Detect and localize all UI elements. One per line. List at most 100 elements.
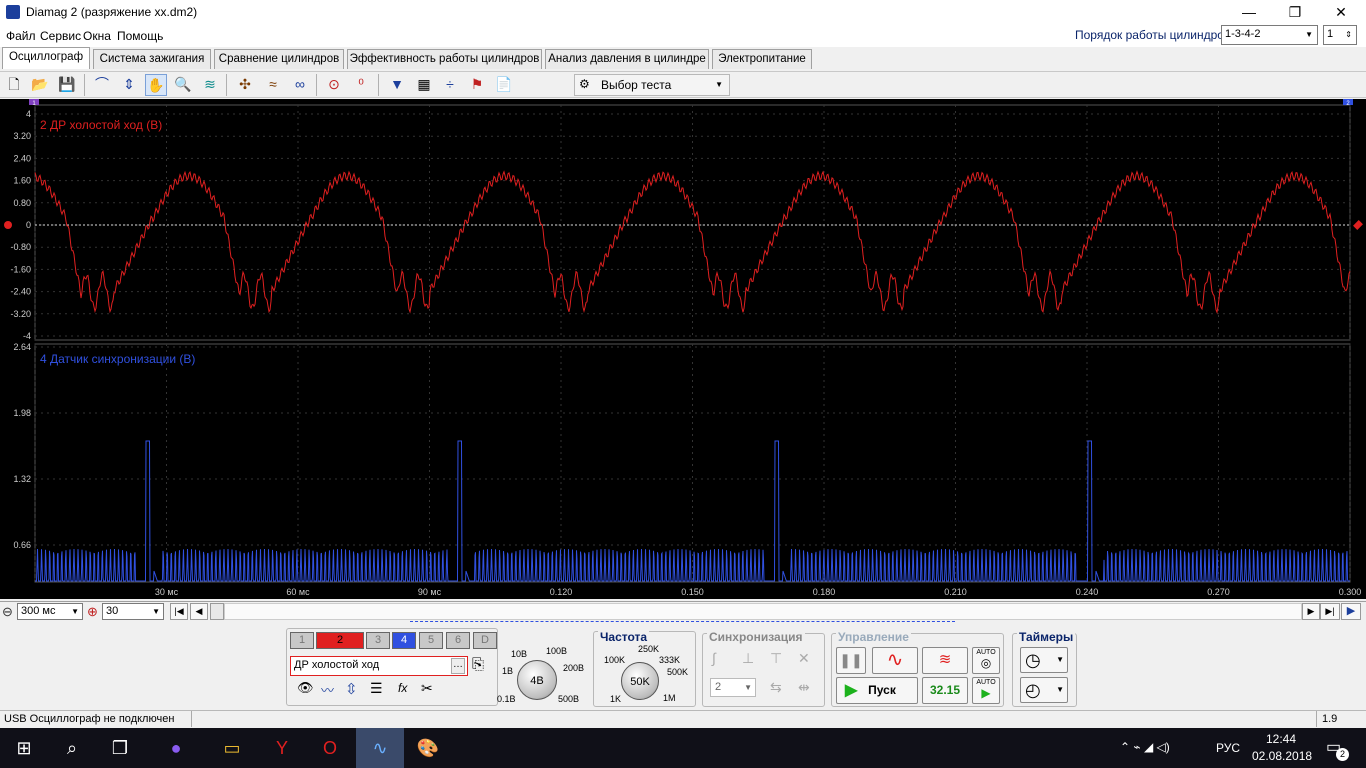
- task-view-icon[interactable]: ❐: [96, 728, 144, 768]
- file-explorer-icon[interactable]: ▭: [208, 728, 256, 768]
- tray-icons[interactable]: ⌃ ⌁ ◢ ◁): [1120, 740, 1170, 754]
- diamag-taskbar-icon[interactable]: ∿: [356, 728, 404, 768]
- splitter-handle[interactable]: [410, 621, 955, 626]
- zoom-select[interactable]: 30 ▼: [102, 603, 164, 620]
- menu-help[interactable]: Помощь: [117, 29, 163, 43]
- start-button[interactable]: ▶ Пуск: [836, 677, 918, 704]
- channel-name-field[interactable]: ДР холостой ход: [290, 656, 468, 676]
- tab-ignition[interactable]: Система зажигания: [93, 49, 211, 69]
- scroll-end-button[interactable]: ▶|: [1320, 603, 1340, 620]
- auto-trigger-icon[interactable]: ✕: [798, 650, 810, 667]
- language-indicator[interactable]: РУС: [1216, 741, 1240, 755]
- shift-left-icon[interactable]: ⇆: [770, 679, 782, 696]
- frequency-knob[interactable]: 50K: [621, 662, 659, 700]
- lines-icon[interactable]: ☰: [370, 680, 383, 697]
- grid-icon[interactable]: ▦: [413, 74, 435, 96]
- funnel-icon[interactable]: ▼: [386, 74, 408, 96]
- maximize-button[interactable]: ❐: [1272, 0, 1318, 25]
- freq-label: 1M: [663, 693, 676, 703]
- channel-button-2[interactable]: 2: [316, 632, 364, 649]
- timer-button[interactable]: ◷ ▼: [1020, 647, 1068, 673]
- scroll-left-button[interactable]: ◀: [190, 603, 208, 620]
- pause-button[interactable]: ❚❚: [836, 647, 866, 674]
- clock-date[interactable]: 02.08.2018: [1252, 749, 1312, 763]
- zoom-out-icon[interactable]: ⊖: [2, 604, 13, 620]
- document-icon[interactable]: 📄: [493, 74, 515, 96]
- zoom-icon[interactable]: 🔍: [172, 74, 194, 96]
- tab-pressure-analysis[interactable]: Анализ давления в цилиндре: [545, 49, 709, 69]
- channel-button-3[interactable]: 3: [366, 632, 390, 649]
- auto-start-button[interactable]: AUTO ▶: [972, 677, 1000, 704]
- rising-edge-icon[interactable]: ∫: [712, 650, 716, 666]
- scale-icon[interactable]: ⇕: [118, 74, 140, 96]
- menu-windows[interactable]: Окна: [83, 29, 111, 43]
- shift-center-icon[interactable]: ⇹: [798, 679, 810, 696]
- auto-scale-icon[interactable]: ⊙: [323, 74, 345, 96]
- channel-button-d[interactable]: D: [473, 632, 497, 649]
- more-button[interactable]: …: [451, 658, 465, 674]
- oscilloscope-display[interactable]: 4 3.20 2.40 1.60 0.80 0 -0.80 -1.60 -2.40 -3.20 -4…: [0, 99, 1366, 599]
- function-icon[interactable]: fx: [398, 681, 407, 695]
- timer-icon: ◷: [1025, 650, 1041, 670]
- offset-icon[interactable]: ⇳: [345, 680, 358, 698]
- auto-button[interactable]: AUTO ◎: [972, 647, 1000, 674]
- firing-order-select[interactable]: 1-3-4-2 ▼: [1221, 25, 1318, 45]
- measure-icon[interactable]: ⌒: [91, 74, 113, 96]
- status-divider: [191, 711, 192, 727]
- search-icon[interactable]: ⌕: [48, 728, 96, 768]
- clock-time[interactable]: 12:44: [1266, 732, 1296, 746]
- sensor-icon[interactable]: ⎘: [472, 656, 484, 673]
- waveform-icon[interactable]: 〰: [321, 680, 334, 699]
- scroll-right-button[interactable]: ▶: [1302, 603, 1320, 620]
- overlay-icon[interactable]: ∞: [289, 74, 311, 96]
- trigger-down-icon[interactable]: ⊤: [770, 650, 782, 667]
- channel-button-5[interactable]: 5: [419, 632, 443, 649]
- open-folder-icon[interactable]: 📂: [29, 74, 51, 96]
- menu-file[interactable]: Файл: [6, 29, 36, 43]
- split-icon[interactable]: ÷: [439, 74, 461, 96]
- tools-icon[interactable]: ✂: [421, 680, 433, 697]
- windows-start-icon[interactable]: ⊞: [0, 728, 48, 768]
- save-icon[interactable]: 💾: [56, 74, 78, 96]
- filter-icon[interactable]: ≋: [199, 74, 221, 96]
- flag-icon[interactable]: ⚑: [466, 74, 488, 96]
- play-icon[interactable]: ▶: [1341, 603, 1361, 620]
- sine-button[interactable]: ∿: [872, 647, 918, 674]
- eye-icon[interactable]: 👁: [297, 680, 314, 696]
- zoom-in-icon[interactable]: ⊕: [87, 604, 98, 620]
- minimize-button[interactable]: —: [1226, 0, 1272, 25]
- scroll-track[interactable]: [224, 603, 1302, 620]
- channel-button-1[interactable]: 1: [290, 632, 314, 649]
- test-select[interactable]: ⚙ Выбор теста ▼: [574, 74, 730, 96]
- new-file-icon[interactable]: 🗋: [3, 74, 25, 96]
- hand-tool-icon[interactable]: ✋: [145, 74, 167, 96]
- volt-label: 1В: [502, 666, 514, 676]
- close-button[interactable]: ✕: [1318, 0, 1364, 25]
- voltage-knob[interactable]: 4В: [517, 660, 557, 700]
- opera-icon[interactable]: O: [306, 728, 354, 768]
- y-tick-label: 0: [26, 220, 31, 230]
- scroll-thumb[interactable]: [210, 603, 224, 620]
- yandex-browser-icon[interactable]: Y: [258, 728, 306, 768]
- zero-icon[interactable]: ⁰: [350, 74, 372, 96]
- menu-service[interactable]: Сервис: [40, 29, 81, 43]
- tab-cylinder-efficiency[interactable]: Эффективность работы цилиндров: [347, 49, 542, 69]
- timer-button[interactable]: ◴ ▼: [1020, 677, 1068, 703]
- cylinder-select[interactable]: 1 ⇕: [1323, 25, 1357, 45]
- x-tick-label: 60 мс: [286, 587, 310, 597]
- noise-button[interactable]: ≋: [922, 647, 968, 674]
- channel-button-4[interactable]: 4: [392, 632, 416, 649]
- tab-oscilloscope[interactable]: Осциллограф: [2, 47, 90, 69]
- tab-cylinder-compare[interactable]: Сравнение цилиндров: [214, 49, 344, 69]
- cortana-mic-icon[interactable]: ●: [152, 728, 200, 768]
- paint-icon[interactable]: 🎨: [404, 728, 452, 768]
- time-base-select[interactable]: 300 мс ▼: [17, 603, 83, 620]
- waves-icon[interactable]: ≈: [262, 74, 284, 96]
- tab-power[interactable]: Электропитание: [712, 49, 812, 69]
- auto-icon: ◎: [980, 656, 992, 670]
- trigger-up-icon[interactable]: ⊥: [742, 650, 754, 667]
- scroll-start-button[interactable]: |◀: [170, 603, 188, 620]
- channel-button-6[interactable]: 6: [446, 632, 470, 649]
- cursor-icon[interactable]: ✣: [234, 74, 256, 96]
- sync-channel-select[interactable]: 2 ▼: [710, 678, 756, 697]
